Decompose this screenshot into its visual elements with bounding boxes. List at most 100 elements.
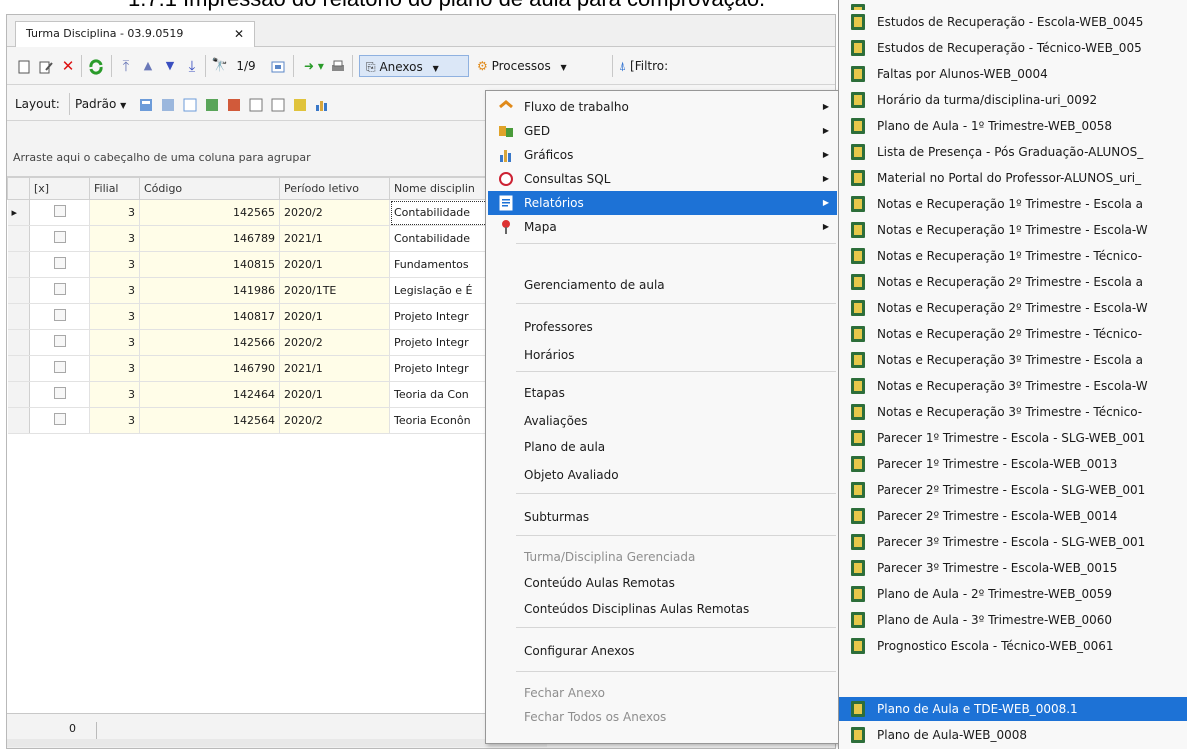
layout-table-icon[interactable] — [181, 93, 199, 115]
last-record-icon[interactable]: ⤓ — [183, 55, 201, 77]
search-icon[interactable]: 🔭 — [211, 55, 229, 77]
submenu-item[interactable]: Parecer 2º Trimestre - Escola - SLG-WEB_… — [839, 478, 1187, 502]
submenu-item[interactable]: Notas e Recuperação 2º Trimestre - Técni… — [839, 322, 1187, 346]
row-checkbox[interactable] — [29, 407, 90, 434]
menu-item-conteudos-disciplinas-aulas-remotas[interactable]: Conteúdos Disciplinas Aulas Remotas — [488, 597, 837, 621]
submenu-item[interactable]: Prognostico Escola - Técnico-WEB_0061 — [839, 634, 1187, 658]
submenu-item[interactable]: Notas e Recuperação 1º Trimestre - Escol… — [839, 192, 1187, 216]
table-row[interactable]: 3 140817 2020/1 Projeto Integr — [7, 303, 500, 330]
next-record-icon[interactable]: ▼ — [161, 55, 179, 77]
table-row[interactable]: ▸ 3 142565 2020/2 Contabilidade — [7, 199, 500, 226]
table-row[interactable]: 3 141986 2020/1TE Legislação e É — [7, 277, 500, 304]
column-header-periodo[interactable]: Período letivo — [279, 177, 390, 200]
submenu-item[interactable]: Notas e Recuperação 1º Trimestre - Escol… — [839, 218, 1187, 242]
submenu-item[interactable]: Notas e Recuperação 1º Trimestre - Técni… — [839, 244, 1187, 268]
menu-item-mapa[interactable]: Mapa ▶ — [488, 215, 837, 239]
new-icon[interactable] — [15, 55, 33, 77]
submenu-item[interactable]: Parecer 3º Trimestre - Escola - SLG-WEB_… — [839, 530, 1187, 554]
submenu-item[interactable]: Notas e Recuperação 3º Trimestre - Escol… — [839, 374, 1187, 398]
submenu-item[interactable]: Plano de Aula - 1º Trimestre-WEB_0058 — [839, 114, 1187, 138]
tab-turma-disciplina[interactable]: Turma Disciplina - 03.9.0519 ✕ — [15, 21, 255, 47]
submenu-item-plano-de-aula-e-tde[interactable]: Plano de Aula e TDE-WEB_0008.1 — [839, 697, 1187, 721]
submenu-item[interactable]: Plano de Aula - 2º Trimestre-WEB_0059 — [839, 582, 1187, 606]
menu-item-professores[interactable]: Professores — [488, 315, 837, 339]
processos-button[interactable]: ⚙ Processos ▼ — [477, 55, 607, 77]
menu-item-etapas[interactable]: Etapas — [488, 381, 837, 405]
row-checkbox[interactable] — [29, 251, 90, 278]
delete-icon[interactable]: ✕ — [59, 55, 77, 77]
submenu-item[interactable]: Parecer 1º Trimestre - Escola-WEB_0013 — [839, 452, 1187, 476]
menu-item-objeto-avaliado[interactable]: Objeto Avaliado — [488, 463, 837, 487]
row-checkbox[interactable] — [29, 199, 90, 226]
table-row[interactable]: 3 142566 2020/2 Projeto Integr — [7, 329, 500, 356]
row-indicator-header — [7, 177, 30, 200]
menu-item-configurar-anexos[interactable]: Configurar Anexos — [488, 639, 837, 663]
submenu-item[interactable]: Notas e Recuperação 3º Trimestre - Escol… — [839, 348, 1187, 372]
submenu-item[interactable]: Parecer 1º Trimestre - Escola - SLG-WEB_… — [839, 426, 1187, 450]
menu-item-gerenciamento-de-aula[interactable]: Gerenciamento de aula — [488, 273, 837, 297]
submenu-item[interactable]: Parecer 2º Trimestre - Escola-WEB_0014 — [839, 504, 1187, 528]
row-checkbox[interactable] — [29, 225, 90, 252]
print-icon[interactable] — [329, 55, 347, 77]
grid-view-icon[interactable] — [269, 55, 287, 77]
table-row[interactable]: 3 146790 2021/1 Projeto Integr — [7, 355, 500, 382]
menu-item-avaliacoes[interactable]: Avaliações — [488, 409, 837, 433]
column-header-filial[interactable]: Filial — [89, 177, 140, 200]
submenu-item[interactable]: Plano de Aula - 3º Trimestre-WEB_0060 — [839, 608, 1187, 632]
layout-import-icon[interactable] — [225, 93, 243, 115]
columns-icon[interactable] — [247, 93, 265, 115]
menu-item-ged[interactable]: GED ▶ — [488, 119, 837, 143]
tab-strip: Turma Disciplina - 03.9.0519 ✕ — [7, 15, 835, 47]
highlight-icon[interactable] — [291, 93, 309, 115]
edit-icon[interactable] — [37, 55, 55, 77]
layout-load-icon[interactable] — [159, 93, 177, 115]
column-header-select[interactable]: [x] — [29, 177, 90, 200]
table-row[interactable]: 3 146789 2021/1 Contabilidade — [7, 225, 500, 252]
menu-item-plano-de-aula[interactable]: Plano de aula — [488, 435, 837, 459]
first-record-icon[interactable]: ⤒ — [117, 55, 135, 77]
menu-item-consultas-sql[interactable]: Consultas SQL ▶ — [488, 167, 837, 191]
menu-item-relatorios[interactable]: Relatórios ▶ — [488, 191, 837, 215]
submenu-item[interactable]: Lista de Presença - Pós Graduação-ALUNOS… — [839, 140, 1187, 164]
submenu-item[interactable]: Estudos de Recuperação - Escola-WEB_0045 — [839, 10, 1187, 34]
layout-export-icon[interactable] — [203, 93, 221, 115]
submenu-item[interactable]: Estudos de Recuperação - Técnico-WEB_005 — [839, 36, 1187, 60]
submenu-item[interactable]: Faltas por Alunos-WEB_0004 — [839, 62, 1187, 86]
submenu-item[interactable]: Parecer 3º Trimestre - Escola-WEB_0015 — [839, 556, 1187, 580]
submenu-item[interactable]: Horário da turma/disciplina-uri_0092 — [839, 88, 1187, 112]
table-row[interactable]: 3 142464 2020/1 Teoria da Con — [7, 381, 500, 408]
layout-save-icon[interactable] — [137, 93, 155, 115]
menu-item-subturmas[interactable]: Subturmas — [488, 505, 837, 529]
submenu-item[interactable]: Plano de Aula-WEB_0008 — [839, 723, 1187, 747]
row-checkbox[interactable] — [29, 303, 90, 330]
table-row[interactable]: 3 142564 2020/2 Teoria Econôn — [7, 407, 500, 434]
menu-item-conteudo-aulas-remotas[interactable]: Conteúdo Aulas Remotas — [488, 571, 837, 595]
padrao-label: Padrão — [75, 97, 117, 111]
previous-record-icon[interactable]: ▲ — [139, 55, 157, 77]
menu-item-graficos[interactable]: Gráficos ▶ — [488, 143, 837, 167]
filter-button[interactable]: ⍋ [Filtro: — [619, 55, 699, 77]
submenu-item[interactable]: Notas e Recuperação 3º Trimestre - Técni… — [839, 400, 1187, 424]
column-header-codigo[interactable]: Código — [139, 177, 280, 200]
submenu-item[interactable]: Notas e Recuperação 2º Trimestre - Escol… — [839, 270, 1187, 294]
column-header-nome[interactable]: Nome disciplin — [389, 177, 500, 200]
chevron-down-icon: ▼ — [120, 101, 127, 110]
menu-item-fluxo-de-trabalho[interactable]: Fluxo de trabalho ▶ — [488, 95, 837, 119]
menu-item-horarios[interactable]: Horários — [488, 343, 837, 367]
row-checkbox[interactable] — [29, 381, 90, 408]
anexos-button[interactable]: ⎘ Anexos ▼ — [359, 55, 469, 77]
row-checkbox[interactable] — [29, 329, 90, 356]
report-icon — [851, 92, 865, 108]
horizontal-scrollbar[interactable] — [7, 739, 547, 747]
chart-icon[interactable] — [313, 93, 331, 115]
submenu-item[interactable]: Material no Portal do Professor-ALUNOS_u… — [839, 166, 1187, 190]
export-icon[interactable]: ➜ ▾ — [299, 55, 329, 77]
filter-grid-icon[interactable] — [269, 93, 287, 115]
refresh-icon[interactable] — [87, 55, 105, 77]
close-icon[interactable]: ✕ — [234, 22, 244, 46]
padrao-dropdown[interactable]: Padrão ▼ — [75, 93, 133, 115]
submenu-item[interactable]: Notas e Recuperação 2º Trimestre - Escol… — [839, 296, 1187, 320]
row-checkbox[interactable] — [29, 355, 90, 382]
table-row[interactable]: 3 140815 2020/1 Fundamentos — [7, 251, 500, 278]
row-checkbox[interactable] — [29, 277, 90, 304]
